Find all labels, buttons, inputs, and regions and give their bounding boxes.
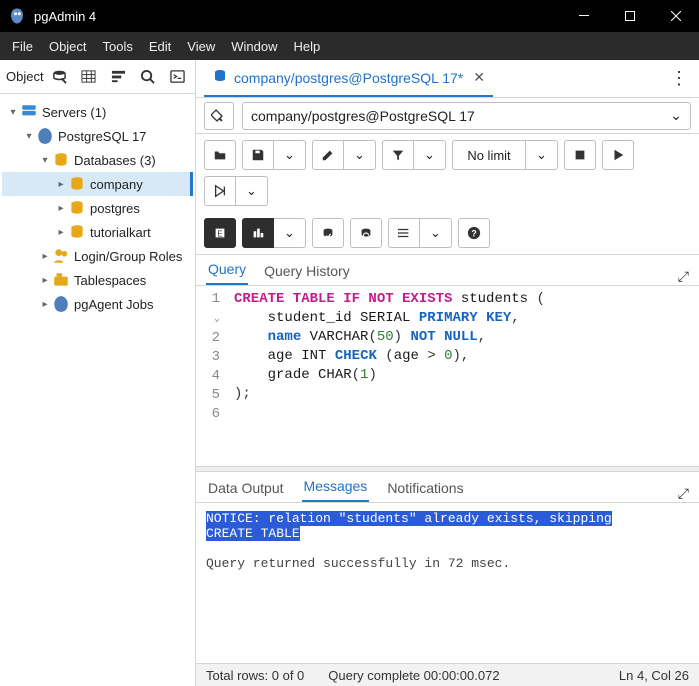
search-icon[interactable]: [134, 64, 161, 90]
help-button[interactable]: ?: [458, 218, 490, 248]
connection-row: company/postgres@PostgreSQL 17 ⌄: [196, 98, 699, 134]
connection-value: company/postgres@PostgreSQL 17: [251, 108, 475, 124]
tree-db-tutorialkart[interactable]: ▸tutorialkart: [2, 220, 193, 244]
close-tab-icon[interactable]: ✕: [473, 69, 485, 86]
window-title: pgAdmin 4: [34, 9, 561, 24]
connection-selector[interactable]: company/postgres@PostgreSQL 17 ⌄: [242, 102, 691, 130]
tree-tablespaces[interactable]: ▸Tablespaces: [2, 268, 193, 292]
sidebar-toolbar: Object: [0, 60, 195, 94]
save-dropdown[interactable]: ⌄: [274, 140, 306, 170]
indent-button[interactable]: [388, 218, 420, 248]
menu-view[interactable]: View: [181, 37, 221, 56]
svg-text:?: ?: [471, 229, 476, 239]
tree-pgagent-jobs[interactable]: ▸pgAgent Jobs: [2, 292, 193, 316]
window-minimize-button[interactable]: [561, 0, 607, 32]
editor-tabbar: company/postgres@PostgreSQL 17* ✕ ⋮: [196, 60, 699, 98]
message-success: Query returned successfully in 72 msec.: [206, 556, 689, 571]
query-tool-icon[interactable]: [46, 64, 73, 90]
object-browser-panel: Object ▾Servers (1) ▾PostgreSQL 17 ▾Data…: [0, 60, 196, 686]
tree-servers[interactable]: ▾Servers (1): [2, 100, 193, 124]
chevron-down-icon: ⌄: [670, 107, 682, 124]
menu-object[interactable]: Object: [43, 37, 93, 56]
expand-results-icon[interactable]: ⤢: [678, 485, 689, 502]
explain-button[interactable]: [204, 176, 236, 206]
tab-query-history[interactable]: Query History: [262, 257, 352, 285]
query-tabs: Query Query History ⤢: [196, 255, 699, 286]
message-notice: NOTICE: relation "students" already exis…: [206, 511, 612, 526]
status-rows: Total rows: 0 of 0: [206, 668, 304, 683]
commit-button[interactable]: [312, 218, 344, 248]
stop-button[interactable]: [564, 140, 596, 170]
window-close-button[interactable]: [653, 0, 699, 32]
query-tool-panel: company/postgres@PostgreSQL 17* ✕ ⋮ comp…: [196, 60, 699, 686]
tab-query[interactable]: Query: [206, 255, 248, 285]
explain-analyze-button[interactable]: E: [204, 218, 236, 248]
limit-selector[interactable]: No limit: [452, 140, 526, 170]
expand-editor-icon[interactable]: ⤢: [678, 268, 689, 285]
macros-button[interactable]: [242, 218, 274, 248]
menu-help[interactable]: Help: [288, 37, 327, 56]
tree-db-postgres[interactable]: ▸postgres: [2, 196, 193, 220]
filter-dropdown[interactable]: ⌄: [414, 140, 446, 170]
explain-dropdown[interactable]: ⌄: [236, 176, 268, 206]
menu-edit[interactable]: Edit: [143, 37, 177, 56]
menu-tools[interactable]: Tools: [97, 37, 139, 56]
sidebar-title: Object: [4, 69, 44, 84]
save-button[interactable]: [242, 140, 274, 170]
connection-status-icon[interactable]: [204, 102, 234, 130]
view-data-icon[interactable]: [75, 64, 102, 90]
status-bar: Total rows: 0 of 0 Query complete 00:00:…: [196, 663, 699, 686]
line-gutter: 1 ⌄ 2 3 4 5 6: [196, 286, 226, 466]
messages-panel[interactable]: NOTICE: relation "students" already exis…: [196, 503, 699, 663]
result-tabs: Data Output Messages Notifications ⤢: [196, 472, 699, 503]
tab-notifications[interactable]: Notifications: [385, 474, 465, 502]
rollback-button[interactable]: [350, 218, 382, 248]
limit-dropdown[interactable]: ⌄: [526, 140, 558, 170]
macros-dropdown[interactable]: ⌄: [274, 218, 306, 248]
query-toolbar: ⌄ ⌄ ⌄ No limit⌄ ⌄ E ⌄ ⌄ ?: [196, 134, 699, 255]
tree-db-company[interactable]: ▸company: [2, 172, 193, 196]
message-create-table: CREATE TABLE: [206, 526, 300, 541]
pgadmin-logo-icon: [8, 7, 26, 25]
tab-menu-icon[interactable]: ⋮: [667, 68, 691, 89]
svg-text:E: E: [217, 230, 222, 239]
menu-file[interactable]: File: [6, 37, 39, 56]
indent-dropdown[interactable]: ⌄: [420, 218, 452, 248]
tree-server-pg17[interactable]: ▾PostgreSQL 17: [2, 124, 193, 148]
sql-code[interactable]: CREATE TABLE IF NOT EXISTS students ( st…: [226, 286, 553, 466]
editor-tab[interactable]: company/postgres@PostgreSQL 17* ✕: [204, 61, 493, 97]
database-icon: [212, 68, 228, 87]
menu-window[interactable]: Window: [225, 37, 283, 56]
edit-dropdown[interactable]: ⌄: [344, 140, 376, 170]
tab-data-output[interactable]: Data Output: [206, 474, 286, 502]
psql-icon[interactable]: [164, 64, 191, 90]
edit-button[interactable]: [312, 140, 344, 170]
tree-login-roles[interactable]: ▸Login/Group Roles: [2, 244, 193, 268]
sql-editor[interactable]: 1 ⌄ 2 3 4 5 6 CREATE TABLE IF NOT EXISTS…: [196, 286, 699, 466]
status-cursor: Ln 4, Col 26: [619, 668, 689, 683]
tree-databases[interactable]: ▾Databases (3): [2, 148, 193, 172]
window-titlebar: pgAdmin 4: [0, 0, 699, 32]
editor-tab-label: company/postgres@PostgreSQL 17*: [234, 70, 463, 86]
filter-button[interactable]: [382, 140, 414, 170]
filter-rows-icon[interactable]: [105, 64, 132, 90]
execute-button[interactable]: [602, 140, 634, 170]
object-tree[interactable]: ▾Servers (1) ▾PostgreSQL 17 ▾Databases (…: [0, 94, 195, 686]
open-file-button[interactable]: [204, 140, 236, 170]
menubar: File Object Tools Edit View Window Help: [0, 32, 699, 60]
tab-messages[interactable]: Messages: [302, 472, 370, 502]
window-maximize-button[interactable]: [607, 0, 653, 32]
status-complete: Query complete 00:00:00.072: [328, 668, 499, 683]
